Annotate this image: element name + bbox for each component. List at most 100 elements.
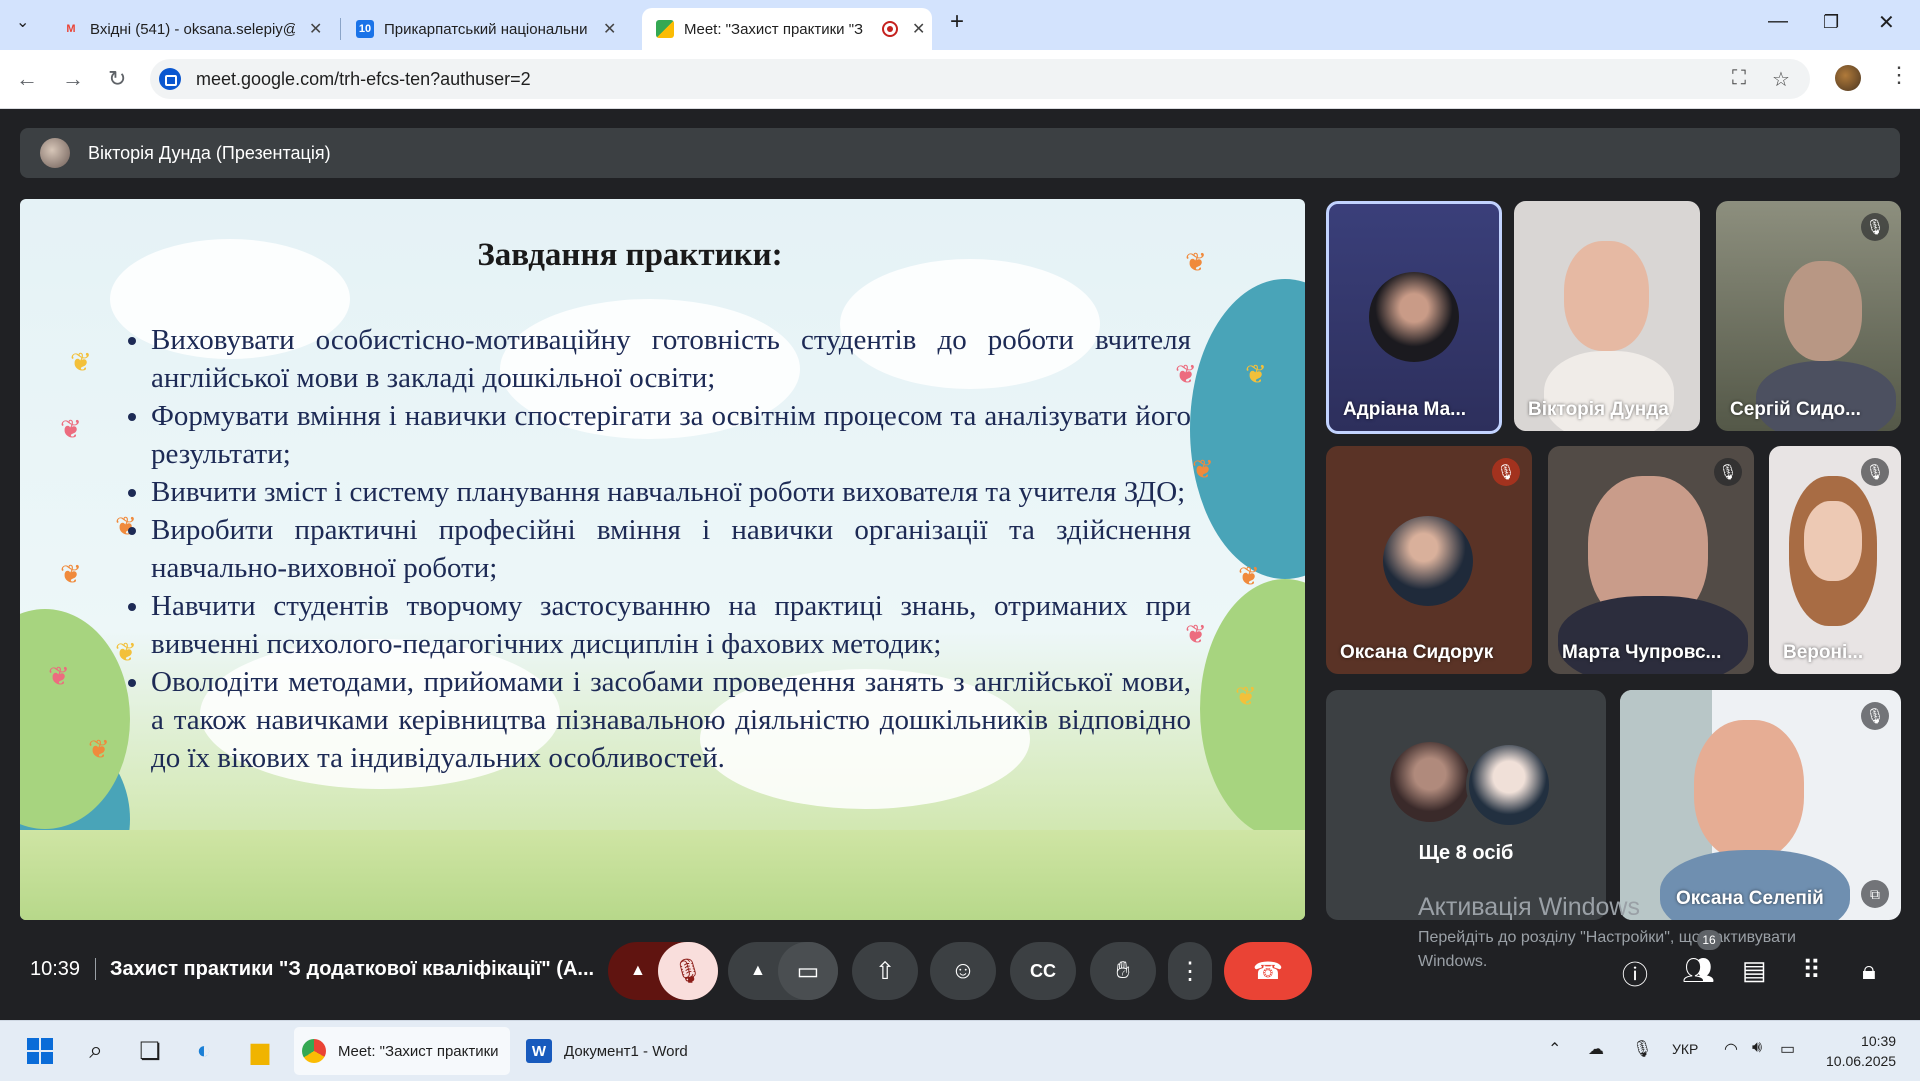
- captions-button[interactable]: CC: [1010, 942, 1076, 1000]
- restore-button[interactable]: ❐: [1823, 12, 1839, 33]
- mic-off-icon: 🎙︎: [1861, 702, 1889, 730]
- watermark-text: Перейдіть до розділу "Настройки", щоб ак…: [1418, 929, 1796, 946]
- present-screen-button[interactable]: ⇧: [852, 942, 918, 1000]
- mic-off-icon: 🎙︎: [1861, 458, 1889, 486]
- close-tab-icon[interactable]: ✕: [912, 19, 925, 39]
- chevron-up-icon: ▲: [630, 962, 646, 979]
- chevron-up-icon: ▲: [750, 962, 766, 979]
- slide-bullet: Виховувати особистісно-мотиваційну готов…: [151, 321, 1191, 397]
- meet-icon: [656, 20, 674, 38]
- browser-menu-icon[interactable]: ⋮: [1888, 62, 1910, 88]
- leave-call-button[interactable]: ☎︎: [1224, 942, 1312, 1000]
- search-icon[interactable]: ⌕: [80, 1035, 112, 1067]
- blob-decoration: [1190, 279, 1305, 579]
- close-tab-icon[interactable]: ✕: [309, 19, 322, 39]
- participant-video: [1784, 261, 1862, 361]
- butterfly-icon: ❦: [1235, 681, 1257, 711]
- language-indicator[interactable]: УКР: [1672, 1041, 1698, 1057]
- taskbar-time: 10:39: [1861, 1033, 1897, 1049]
- participant-tile[interactable]: 🎙︎ Вероні...: [1769, 446, 1901, 674]
- taskbar-app-word[interactable]: W Документ1 - Word: [522, 1027, 712, 1075]
- slide-title: Завдання практики:: [477, 237, 783, 273]
- slide-bullet: Формувати вміння і навички спостерігати …: [151, 397, 1191, 473]
- taskbar-app-chrome[interactable]: Meet: "Захист практики: [294, 1027, 510, 1075]
- wifi-icon[interactable]: ◠: [1724, 1039, 1738, 1059]
- meeting-clock: 10:39: [30, 958, 81, 980]
- butterfly-icon: ❦: [48, 661, 70, 691]
- task-view-icon[interactable]: ❏: [134, 1035, 166, 1067]
- windows-start-icon[interactable]: [24, 1035, 56, 1067]
- butterfly-icon: ❦: [60, 559, 82, 589]
- mic-toggle-button[interactable]: 🎙︎: [658, 942, 718, 1000]
- mic-off-icon: 🎙︎: [1714, 458, 1742, 486]
- tab-title: Meet: "Захист практики "З: [684, 20, 864, 38]
- camera-toggle-button[interactable]: ▭: [778, 942, 838, 1000]
- battery-icon[interactable]: ▭: [1780, 1039, 1795, 1059]
- windows-taskbar: ⌕ ❏ ◐ ▆ Meet: "Захист практики W Докумен…: [0, 1020, 1920, 1081]
- word-icon: W: [526, 1039, 552, 1063]
- participant-tile[interactable]: Вікторія Дунда: [1514, 201, 1700, 431]
- host-controls-icon[interactable]: 🔒︎: [1862, 955, 1876, 987]
- participant-name: Вероні...: [1783, 642, 1864, 663]
- participant-name: Марта Чупровс...: [1562, 642, 1722, 663]
- butterfly-icon: ❦: [1245, 359, 1267, 389]
- tab-meet[interactable]: Meet: "Захист практики "З ✕: [642, 8, 932, 50]
- browser-toolbar: ← → ↻ meet.google.com/trh-efcs-ten?authu…: [0, 50, 1920, 109]
- file-explorer-icon[interactable]: ▆: [244, 1035, 276, 1067]
- reload-icon[interactable]: ↻: [108, 66, 126, 92]
- back-icon[interactable]: ←: [16, 66, 38, 92]
- bookmark-star-icon[interactable]: ☆: [1772, 67, 1790, 92]
- participant-tile[interactable]: 🎙︎ Сергій Сидо...: [1716, 201, 1901, 431]
- butterfly-icon: ❦: [88, 734, 110, 764]
- participant-tile[interactable]: 🎙︎ Оксана Сидорук: [1326, 446, 1532, 674]
- pin-icon[interactable]: ⧉: [1861, 880, 1889, 908]
- microphone-icon[interactable]: 🎙︎: [1632, 1039, 1652, 1059]
- minimize-button[interactable]: —: [1768, 10, 1788, 33]
- raise-hand-button[interactable]: ✋︎: [1090, 942, 1156, 1000]
- butterfly-icon: ❦: [1192, 454, 1214, 484]
- activities-icon[interactable]: ⠿: [1802, 955, 1821, 986]
- translate-icon[interactable]: ⛶: [1732, 67, 1746, 90]
- taskbar-clock[interactable]: 10:39 10.06.2025: [1826, 1031, 1896, 1071]
- participant-tile[interactable]: 🎙︎ ⧉ Оксана Селепій: [1620, 690, 1901, 920]
- tab-search-icon[interactable]: ⌄: [16, 12, 29, 32]
- camera-icon: ▭: [796, 957, 820, 985]
- chat-icon[interactable]: ▤: [1742, 955, 1767, 986]
- volume-icon[interactable]: 🔊︎: [1752, 1039, 1762, 1057]
- participant-video: [1564, 241, 1649, 351]
- participant-video: [1694, 720, 1804, 860]
- people-icon[interactable]: 👥︎: [1682, 955, 1715, 986]
- tab-title: Вхідні (541) - oksana.selepiy@p: [90, 20, 295, 38]
- participant-avatar: [1383, 516, 1473, 606]
- show-hidden-icons-icon[interactable]: ⌃: [1548, 1039, 1561, 1059]
- close-window-button[interactable]: ✕: [1878, 10, 1895, 35]
- participant-avatar: [1369, 272, 1459, 362]
- tab-university[interactable]: 10 Прикарпатський національни ✕: [342, 8, 632, 50]
- more-participants-tile[interactable]: Ще 8 осіб: [1326, 690, 1606, 920]
- reactions-button[interactable]: ☺: [930, 942, 996, 1000]
- site-info-icon[interactable]: [159, 68, 181, 90]
- forward-icon[interactable]: →: [62, 66, 84, 92]
- address-bar[interactable]: meet.google.com/trh-efcs-ten?authuser=2 …: [150, 59, 1810, 99]
- edge-icon[interactable]: ◐: [188, 1035, 220, 1067]
- close-tab-icon[interactable]: ✕: [603, 19, 616, 39]
- meeting-title: Захист практики "З додаткової кваліфікац…: [110, 958, 595, 980]
- mic-off-icon: 🎙︎: [672, 957, 704, 985]
- new-tab-button[interactable]: +: [950, 8, 964, 36]
- mic-off-icon: 🎙︎: [1492, 458, 1520, 486]
- participant-tile[interactable]: Адріана Ма...: [1326, 201, 1502, 434]
- participant-tile[interactable]: 🎙︎ Марта Чупровс...: [1548, 446, 1754, 674]
- tab-divider: [340, 18, 341, 40]
- tab-gmail[interactable]: M Вхідні (541) - oksana.selepiy@p ✕: [48, 8, 338, 50]
- network-icon[interactable]: ☁︎: [1588, 1039, 1604, 1059]
- slide-bullet: Оволодіти методами, прийомами і засобами…: [151, 663, 1191, 777]
- more-options-button[interactable]: ⋮: [1168, 942, 1212, 1000]
- butterfly-icon: ❦: [60, 414, 82, 444]
- tab-strip: ⌄ M Вхідні (541) - oksana.selepiy@p ✕ 10…: [0, 0, 1920, 50]
- mic-off-icon: 🎙︎: [1861, 213, 1889, 241]
- meeting-info-icon[interactable]: ⓘ: [1622, 955, 1648, 992]
- emoji-icon: ☺: [950, 957, 976, 984]
- participant-video: [1804, 501, 1862, 581]
- profile-avatar[interactable]: [1835, 65, 1861, 91]
- presenter-bar: Вікторія Дунда (Презентація): [20, 128, 1900, 178]
